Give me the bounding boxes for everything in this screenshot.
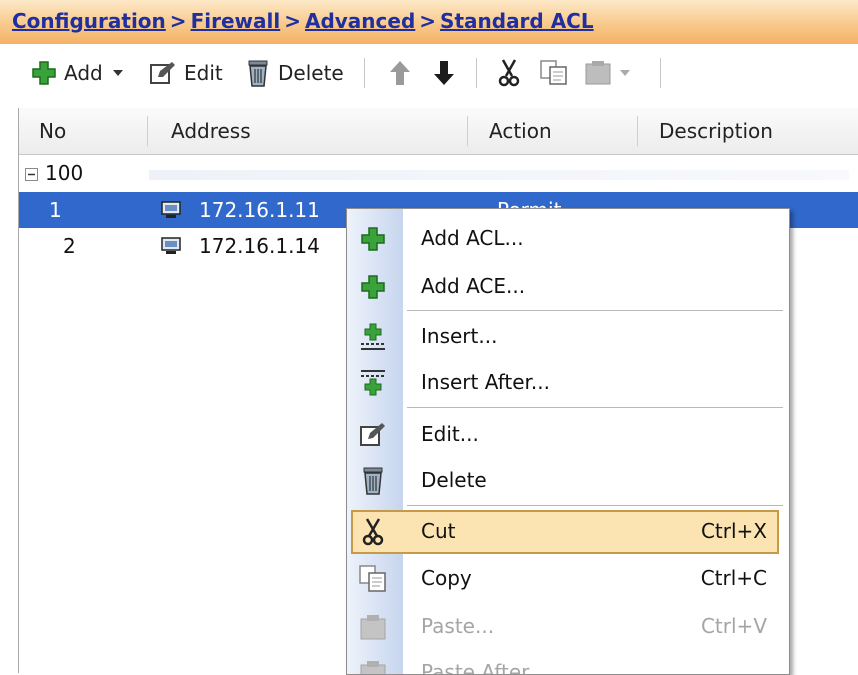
- cut-button[interactable]: [498, 58, 520, 88]
- menu-item-shortcut: Ctrl+X: [700, 519, 767, 543]
- edit-icon: [360, 423, 385, 446]
- paste-icon: [360, 615, 386, 640]
- menu-separator: [407, 407, 783, 408]
- row-address: 172.16.1.11: [199, 198, 320, 222]
- menu-item-label: Edit...: [421, 422, 479, 446]
- add-icon: [361, 275, 385, 299]
- add-icon: [361, 227, 385, 251]
- edit-icon: [150, 62, 175, 84]
- menu-item-edit[interactable]: Edit...: [347, 411, 789, 457]
- toolbar-divider: [660, 58, 661, 88]
- column-divider[interactable]: [637, 116, 638, 146]
- breadcrumb-advanced[interactable]: Advanced: [305, 9, 415, 33]
- toolbar-divider: [476, 58, 477, 88]
- delete-button-label: Delete: [278, 61, 344, 85]
- breadcrumb-separator: >: [284, 9, 301, 33]
- menu-item-label: Add ACL...: [421, 226, 524, 250]
- breadcrumb-standard-acl[interactable]: Standard ACL: [440, 9, 594, 33]
- menu-item-add-ace[interactable]: Add ACE...: [347, 263, 789, 309]
- delete-button[interactable]: Delete: [246, 58, 344, 88]
- menu-item-copy[interactable]: Copy Ctrl+C: [347, 555, 789, 601]
- breadcrumb-separator: >: [169, 9, 187, 33]
- toolbar-divider: [364, 58, 365, 88]
- menu-item-label: Insert After...: [421, 370, 550, 394]
- menu-item-add-acl[interactable]: Add ACL...: [347, 215, 789, 261]
- edit-button[interactable]: Edit: [150, 58, 223, 88]
- acl-group-label: 100: [45, 161, 84, 185]
- toolbar: Add Edit Delete: [0, 44, 858, 102]
- column-header-no[interactable]: No: [39, 108, 66, 154]
- menu-item-shortcut: Ctrl+C: [700, 566, 767, 590]
- acl-group-row[interactable]: 100: [19, 154, 858, 192]
- menu-item-insert-after[interactable]: Insert After...: [347, 359, 789, 405]
- scissors-icon: [498, 59, 520, 87]
- menu-item-shortcut: Ctrl+V: [700, 614, 767, 638]
- menu-item-label: Paste...: [421, 614, 495, 638]
- menu-item-paste-after: Paste After...: [347, 649, 789, 675]
- copy-button[interactable]: [540, 58, 568, 88]
- column-header-address[interactable]: Address: [171, 108, 251, 154]
- collapse-icon[interactable]: [25, 168, 38, 181]
- arrow-down-icon: [434, 61, 454, 85]
- row-address: 172.16.1.14: [199, 234, 320, 258]
- menu-item-label: Copy: [421, 566, 472, 590]
- menu-item-delete[interactable]: Delete: [347, 457, 789, 503]
- menu-separator: [407, 310, 783, 311]
- insert-after-icon: [361, 370, 385, 396]
- add-icon: [32, 61, 56, 85]
- table-header: No Address Action Description: [19, 108, 858, 155]
- menu-item-label: Cut: [421, 519, 456, 543]
- menu-item-insert[interactable]: Insert...: [347, 313, 789, 359]
- menu-separator: [407, 505, 783, 506]
- column-divider[interactable]: [147, 116, 148, 146]
- trash-icon: [248, 60, 268, 87]
- menu-item-label: Insert...: [421, 324, 498, 348]
- breadcrumb-firewall[interactable]: Firewall: [191, 9, 281, 33]
- breadcrumb-separator: >: [419, 9, 437, 33]
- scissors-icon: [362, 518, 384, 546]
- column-header-description[interactable]: Description: [659, 108, 773, 154]
- menu-item-label: Delete: [421, 468, 487, 492]
- add-button-label: Add: [64, 61, 103, 85]
- paste-icon: [585, 61, 611, 85]
- column-header-action[interactable]: Action: [489, 108, 552, 154]
- host-icon: [161, 237, 181, 254]
- breadcrumb-configuration[interactable]: Configuration: [12, 9, 166, 33]
- group-row-fill: [149, 170, 849, 180]
- insert-icon: [361, 323, 385, 350]
- arrow-up-icon: [390, 61, 410, 85]
- chevron-down-icon: [620, 70, 630, 76]
- host-icon: [161, 201, 181, 218]
- copy-icon: [359, 565, 386, 592]
- move-up-button[interactable]: [388, 58, 412, 88]
- edit-button-label: Edit: [184, 61, 223, 85]
- menu-item-label: Add ACE...: [421, 274, 526, 298]
- copy-icon: [540, 60, 567, 85]
- menu-item-label: Paste After...: [421, 660, 547, 675]
- paste-button: [584, 58, 630, 88]
- trash-icon: [363, 467, 383, 495]
- breadcrumb: Configuration > Firewall > Advanced > Standard…: [12, 9, 594, 33]
- move-down-button[interactable]: [432, 58, 456, 88]
- context-menu: Add ACL... Add ACE... Insert... Insert A…: [346, 208, 790, 675]
- add-button[interactable]: Add: [32, 58, 123, 88]
- breadcrumb-bar: Configuration > Firewall > Advanced > Standard…: [0, 0, 858, 45]
- menu-item-paste: Paste... Ctrl+V: [347, 603, 789, 649]
- row-number: 1: [49, 198, 62, 222]
- menu-item-cut[interactable]: Cut Ctrl+X: [347, 508, 789, 554]
- column-divider[interactable]: [467, 116, 468, 146]
- chevron-down-icon: [112, 70, 123, 76]
- row-number: 2: [63, 234, 76, 258]
